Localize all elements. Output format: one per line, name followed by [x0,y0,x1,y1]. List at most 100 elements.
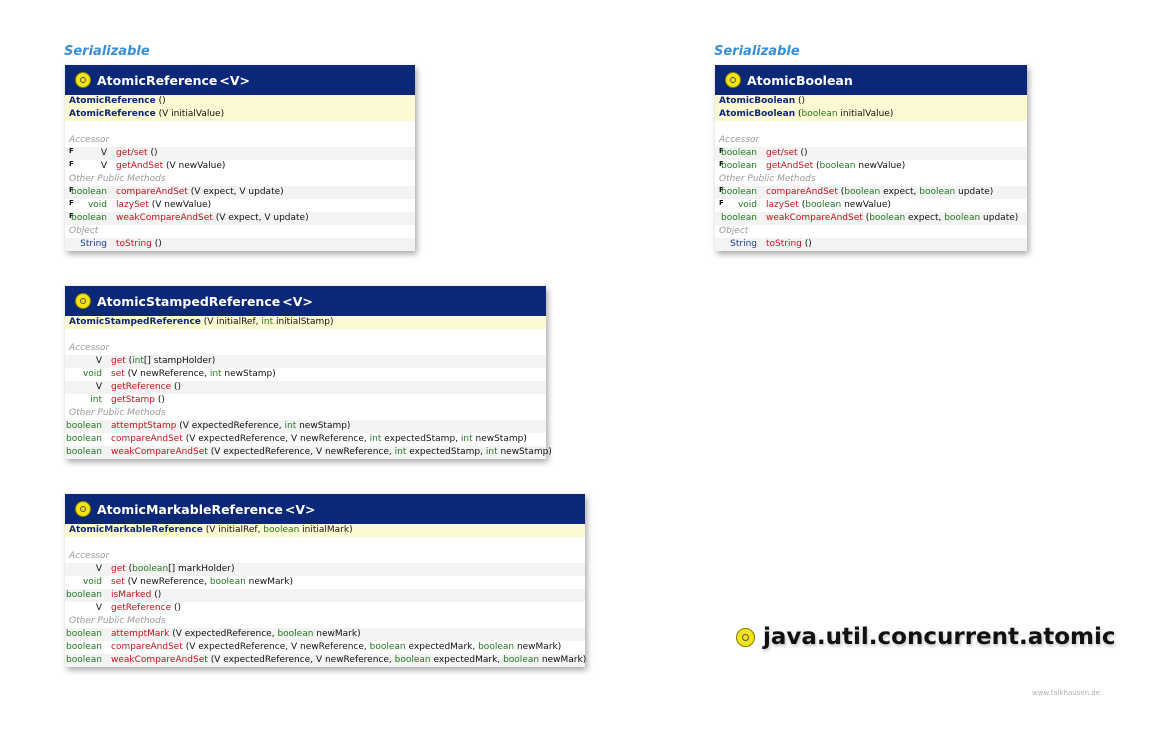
method-name-text: isMarked [111,590,152,600]
method-name: compareAndSet (boolean expect, boolean u… [766,186,993,199]
method-row: boolean attemptStamp (V expectedReference… [65,420,546,433]
method-name-text: getReference [111,603,172,613]
method-params: () [154,239,162,249]
method-name-text: compareAndSet [111,642,183,652]
method-name-text: weakCompareAndSet [766,213,863,223]
interface-label-serializable: Serializable [714,44,800,59]
method-name-text: weakCompareAndSet [111,447,208,457]
method-row: Fboolean getAndSet (boolean newValue) [715,160,1027,173]
method-row: int getStamp () [65,394,546,407]
method-row: boolean isMarked () [65,589,585,602]
class-circle-icon [75,501,91,517]
method-name-text: attemptStamp [111,421,177,431]
constructor-name: AtomicReference [69,109,156,119]
constructor-row: AtomicBoolean (boolean initialValue) [715,108,1027,121]
method-params: (boolean expect, boolean update) [865,213,1019,223]
method-row: Fvoid lazySet (V newValue) [65,199,415,212]
class-circle-icon [75,72,91,88]
method-params: (V initialValue) [158,109,225,119]
method-name-text: toString [766,239,802,249]
method-row: Vget (int[] stampHolder) [65,355,546,368]
method-return-type: boolean [721,213,757,223]
method-name-text: weakCompareAndSet [116,213,213,223]
constructor-name: AtomicMarkableReference [69,525,203,535]
constructor-row: AtomicReference (V initialValue) [65,108,415,121]
credit-text: www.falkhausen.de [1032,689,1101,697]
method-params: (V newValue) [151,200,212,210]
method-params: (V expectedReference, V newReference, bo… [185,642,562,652]
constructor-row: AtomicMarkableReference (V initialRef, b… [65,524,585,537]
class-title: AtomicMarkableReference [97,501,283,517]
method-name: getReference () [111,602,181,615]
method-name: set (V newReference, boolean newMark) [111,576,293,589]
method-row: Fboolean compareAndSet (V expect, V updat… [65,186,415,199]
interface-label-serializable: Serializable [64,44,150,59]
method-name-text: getReference [111,382,172,392]
class-header: AtomicReference <V> [65,65,415,95]
section-label: Accessor [69,135,110,145]
method-name-text: toString [116,239,152,249]
method-name-text: compareAndSet [766,187,838,197]
section-label: Accessor [69,551,110,561]
method-return-type: V [95,603,102,613]
method-return-type: boolean [66,590,102,600]
section-label: Other Public Methods [69,174,166,184]
method-return-type: V [95,356,102,366]
method-row: Fboolean get/set () [715,147,1027,160]
method-name-text: lazySet [116,200,149,210]
method-params: () [173,382,182,392]
method-name: weakCompareAndSet (V expectedReference, … [111,446,552,459]
method-return-type: void [737,200,757,210]
method-row: String toString () [715,238,1027,251]
section-label: Other Public Methods [69,616,166,626]
class-box-atomic-boolean: AtomicBoolean AtomicBoolean () AtomicBoole… [715,65,1027,251]
section-label: Other Public Methods [719,174,816,184]
constructor-name: AtomicReference [69,96,156,106]
constructor-name: AtomicBoolean [719,109,796,119]
section-methods: boolean attemptStamp (V expectedReference… [65,420,552,459]
method-name: get (boolean[] markHolder) [111,563,234,576]
method-name-text: get/set [766,148,798,158]
method-params: (V newReference, int newStamp) [127,369,276,379]
method-return-type: boolean [721,161,757,171]
method-row: VgetReference () [65,381,546,394]
method-name-text: get [111,356,126,366]
class-generic: <V> [284,501,316,517]
method-row: Fboolean compareAndSet (boolean expect, b… [715,186,1027,199]
class-box-atomic-markable-reference: AtomicMarkableReference <V> AtomicMarkable… [65,494,586,667]
method-name-text: compareAndSet [111,434,183,444]
method-params: (V initialRef, int initialStamp) [203,317,334,327]
method-row: Fvoid lazySet (boolean newValue) [715,199,1027,212]
method-row: boolean weakCompareAndSet (V expectedRefe… [65,446,552,459]
method-return-type: V [100,161,107,171]
method-name: getAndSet (V newValue) [116,160,225,173]
method-name: getAndSet (boolean newValue) [766,160,905,173]
method-name-text: set [111,369,125,379]
package-title: java.util.concurrent.atomic [736,624,1116,650]
method-params: (boolean newValue) [801,200,891,210]
constructor-row: AtomicStampedReference (V initialRef, in… [65,316,546,329]
method-name-text: getAndSet [116,161,164,171]
method-name-text: attemptMark [111,629,170,639]
method-return-type: V [95,564,102,574]
method-name: compareAndSet (V expect, V update) [116,186,284,199]
method-name: lazySet (V newValue) [116,199,211,212]
method-params: (V initialRef, boolean initialMark) [205,525,353,535]
method-name: getStamp () [111,394,165,407]
method-return-type: void [82,369,102,379]
method-name-text: weakCompareAndSet [111,655,208,665]
method-name: toString () [116,238,162,251]
section-methods: F Vget/set () F VgetAndSet (V newValue) [65,147,415,173]
section-label: Accessor [719,135,760,145]
method-name-text: set [111,577,125,587]
method-name: weakCompareAndSet (V expect, V update) [116,212,309,225]
method-params: (V expectedReference, V newReference, in… [185,434,527,444]
method-row: F Vget/set () [65,147,415,160]
class-header: AtomicStampedReference <V> [65,286,546,316]
method-params: () [800,148,808,158]
method-name: weakCompareAndSet (V expectedReference, … [111,654,586,667]
method-name-text: getAndSet [766,161,814,171]
method-name: attemptMark (V expectedReference, boolea… [111,628,361,641]
method-row: boolean compareAndSet (V expectedReferenc… [65,641,585,654]
